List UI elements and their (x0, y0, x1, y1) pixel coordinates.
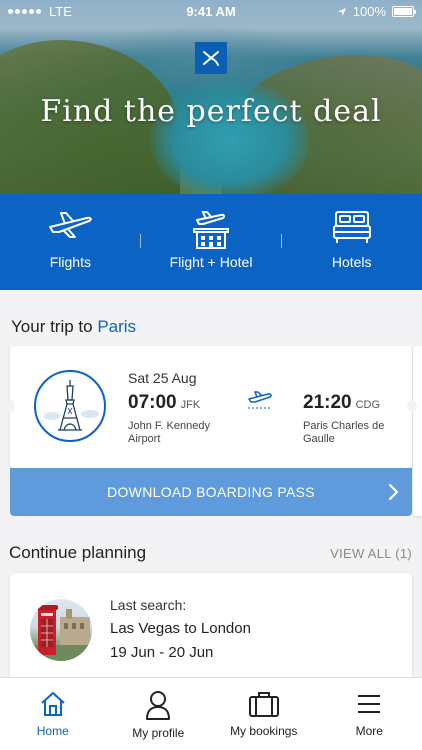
last-search-dates: 19 Jun - 20 Jun (110, 644, 214, 661)
next-trip-card-peek[interactable] (413, 346, 422, 516)
tab-home-label: Home (36, 724, 69, 738)
status-bar: LTE 9:41 AM 100% (0, 0, 422, 22)
eiffel-tower-icon (34, 370, 106, 442)
nav-hotels[interactable]: Hotels (281, 194, 422, 290)
download-boarding-pass-button[interactable]: DOWNLOAD BOARDING PASS (10, 468, 412, 516)
status-right: 100% (337, 4, 416, 19)
plane-icon (49, 212, 93, 238)
product-nav: Flights Flight + Hotel Hotels (0, 194, 422, 290)
tab-my-bookings[interactable]: My bookings (211, 678, 317, 750)
location-arrow-icon (337, 7, 346, 16)
arrival-time-row: 21:20 CDG (303, 392, 380, 414)
arrival-airport: Paris Charles de Gaulle (303, 420, 385, 445)
app-screen: LTE 9:41 AM 100% Find the perfect deal F… (0, 0, 422, 750)
takeoff-plane-icon (248, 391, 272, 409)
battery-percent: 100% (352, 4, 386, 19)
flight-hotel-icon (193, 211, 229, 249)
bed-icon (332, 211, 371, 243)
tab-more[interactable]: More (317, 678, 422, 750)
hero-title: Find the perfect deal (40, 94, 382, 129)
battery-icon (392, 6, 416, 17)
user-icon (146, 691, 171, 720)
tab-home[interactable]: Home (0, 678, 106, 750)
departure-time-row: 07:00 JFK (128, 392, 200, 414)
nav-flights[interactable]: Flights (0, 194, 141, 290)
tab-more-label: More (355, 724, 383, 738)
nav-hotels-label: Hotels (331, 254, 372, 270)
boarding-button-label: DOWNLOAD BOARDING PASS (107, 484, 315, 500)
trip-heading: Your trip to Paris (11, 317, 136, 337)
tab-my-profile[interactable]: My profile (106, 678, 212, 750)
arrival-time: 21:20 (303, 392, 352, 413)
briefcase-icon (248, 692, 279, 717)
trip-heading-prefix: Your trip to (11, 317, 93, 336)
last-search-route: Las Vegas to London (110, 620, 251, 637)
app-logo (195, 42, 227, 74)
chevron-right-icon (388, 483, 399, 501)
tab-my-profile-label: My profile (132, 726, 185, 740)
arrival-code: CDG (355, 399, 381, 411)
continue-planning-heading: Continue planning (9, 543, 147, 562)
home-icon (41, 692, 65, 716)
trip-card[interactable]: Sat 25 Aug 07:00 JFK John F. Kennedy Airp… (10, 346, 412, 468)
menu-icon (358, 695, 381, 713)
view-all-link[interactable]: VIEW ALL (1) (330, 546, 412, 561)
trip-destination-link[interactable]: Paris (97, 317, 136, 336)
nav-flight-hotel[interactable]: Flight + Hotel (141, 194, 282, 290)
departure-time: 07:00 (128, 392, 177, 413)
departure-code: JFK (180, 399, 201, 411)
ticket-notch-right (407, 400, 417, 412)
bottom-tab-bar: Home My profile My bookings More (0, 677, 422, 750)
ticket-notch-left (5, 400, 15, 412)
london-thumbnail-image (30, 599, 92, 661)
tab-my-bookings-label: My bookings (230, 724, 298, 738)
last-search-card[interactable]: Last search: Las Vegas to London 19 Jun … (10, 573, 412, 683)
last-search-label: Last search: (110, 597, 187, 613)
trip-date: Sat 25 Aug (128, 370, 197, 386)
departure-airport: John F. Kennedy Airport (128, 420, 210, 445)
nav-flight-hotel-label: Flight + Hotel (169, 254, 253, 270)
nav-flights-label: Flights (49, 254, 91, 270)
